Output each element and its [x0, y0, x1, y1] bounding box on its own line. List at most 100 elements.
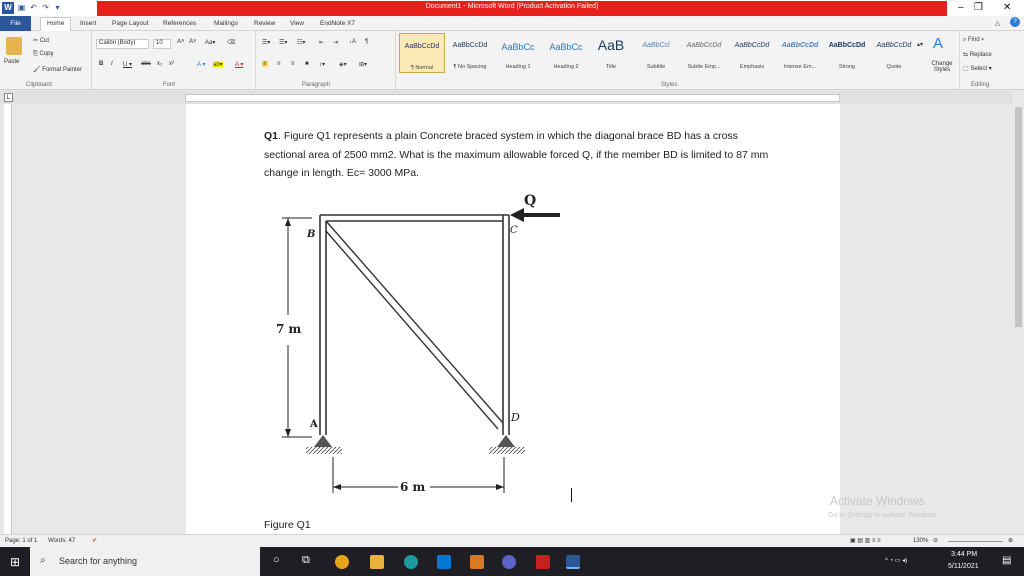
- increase-indent-icon[interactable]: ⇥: [333, 39, 338, 46]
- file-explorer-icon[interactable]: [370, 555, 384, 569]
- style-normal[interactable]: AaBbCcDd ¶ Normal: [399, 33, 445, 73]
- underline-icon[interactable]: U ▾: [123, 61, 132, 68]
- word-taskbar-icon[interactable]: [566, 555, 580, 569]
- close-button[interactable]: ✕: [1003, 2, 1011, 13]
- question-label: Q1: [264, 130, 279, 142]
- style-quote[interactable]: AaBbCcDd Quote: [871, 33, 917, 73]
- bullets-icon[interactable]: ☰▾: [262, 39, 270, 46]
- figure-caption[interactable]: Figure Q1: [264, 519, 311, 531]
- style-strong[interactable]: AaBbCcDd Strong: [823, 33, 871, 73]
- tab-insert[interactable]: Insert: [80, 20, 96, 27]
- tab-view[interactable]: View: [290, 20, 304, 27]
- system-tray-icons[interactable]: ^ ◔ ▭ ◂): [885, 557, 907, 564]
- search-input[interactable]: Search for anything: [59, 556, 137, 566]
- question-paragraph[interactable]: Q1. Figure Q1 represents a plain Concret…: [264, 127, 774, 183]
- mail-icon[interactable]: [437, 555, 451, 569]
- tab-file[interactable]: File: [0, 16, 31, 31]
- task-view-icon[interactable]: ⧉: [302, 554, 310, 567]
- grow-font-icon[interactable]: A˄: [177, 39, 185, 45]
- scrollbar-thumb[interactable]: [1015, 107, 1022, 327]
- restore-button[interactable]: ❐: [974, 2, 983, 13]
- style-no-spacing[interactable]: AaBbCcDd ¶ No Spacing: [447, 33, 493, 73]
- multilevel-list-icon[interactable]: ☷▾: [297, 39, 305, 46]
- page-count[interactable]: Page: 1 of 1: [5, 538, 37, 544]
- help-icon[interactable]: ?: [1010, 17, 1020, 27]
- shading-icon[interactable]: ◈▾: [339, 61, 347, 68]
- cut-button[interactable]: ✂ Cut: [33, 37, 49, 44]
- zoom-out-icon[interactable]: ⊖: [933, 537, 938, 544]
- decrease-indent-icon[interactable]: ⇤: [319, 39, 324, 46]
- beam-bc: [320, 214, 509, 222]
- copy-button[interactable]: ⎘ Copy: [33, 51, 53, 58]
- numbering-icon[interactable]: ☰▾: [279, 39, 287, 46]
- zoom-level[interactable]: 130%: [913, 538, 928, 544]
- word-count[interactable]: Words: 47: [48, 538, 75, 544]
- chrome-icon[interactable]: [335, 555, 349, 569]
- change-styles-icon[interactable]: A: [933, 35, 943, 52]
- style-heading-1[interactable]: AaBbCc Heading 1: [495, 33, 541, 73]
- change-styles-button[interactable]: Change Styles: [927, 61, 957, 73]
- vertical-ruler[interactable]: [4, 104, 12, 534]
- highlight-icon[interactable]: ab▾: [213, 61, 223, 68]
- font-size-select[interactable]: 10: [153, 39, 171, 49]
- style-subtle-emphasis[interactable]: AaBbCcDd Subtle Emp...: [681, 33, 727, 73]
- zoom-in-icon[interactable]: ⊕: [1008, 537, 1013, 544]
- shrink-font-icon[interactable]: A˅: [189, 39, 197, 45]
- show-formatting-icon[interactable]: ¶: [365, 39, 368, 45]
- tab-selector-icon[interactable]: L: [4, 93, 13, 102]
- font-name-select[interactable]: Calibri (Body): [96, 39, 149, 49]
- tab-review[interactable]: Review: [254, 20, 275, 27]
- tab-page-layout[interactable]: Page Layout: [112, 20, 149, 27]
- select-button[interactable]: ⬚ Select ▾: [963, 65, 992, 72]
- font-color-icon[interactable]: A ▾: [235, 61, 243, 68]
- minimize-button[interactable]: –: [958, 2, 964, 13]
- notifications-icon[interactable]: ▤: [1002, 555, 1011, 566]
- style-emphasis[interactable]: AaBbCcDd Emphasis: [729, 33, 775, 73]
- italic-icon[interactable]: I: [111, 61, 113, 67]
- text-effects-icon[interactable]: A ▾: [197, 61, 205, 68]
- tab-home[interactable]: Home: [40, 17, 72, 31]
- proofing-icon[interactable]: ✔: [92, 537, 97, 544]
- find-button[interactable]: ⌕ Find ▾: [963, 37, 984, 44]
- tab-endnote[interactable]: EndNote X7: [320, 20, 355, 27]
- format-painter-button[interactable]: 🖌 Format Painter: [33, 66, 82, 73]
- style-heading-2[interactable]: AaBbCc Heading 2: [543, 33, 589, 73]
- sort-icon[interactable]: ↓A: [349, 39, 356, 45]
- edge-icon[interactable]: [404, 555, 418, 569]
- font-group: Calibri (Body) 10 A˄ A˅ Aa▾ ⌫ B I U ▾ ab…: [93, 31, 256, 90]
- ribbon-collapse-icon[interactable]: △: [995, 19, 1000, 27]
- zoom-slider[interactable]: [948, 541, 1003, 542]
- replace-button[interactable]: ⇆ Replace: [963, 51, 992, 58]
- windows-start-icon[interactable]: ⊞: [10, 555, 20, 569]
- vertical-scrollbar[interactable]: [1013, 91, 1024, 534]
- clock-time[interactable]: 3:44 PM: [951, 551, 977, 558]
- subscript-icon[interactable]: x₂: [157, 61, 162, 67]
- paste-button[interactable]: Paste: [4, 59, 19, 65]
- align-left-icon[interactable]: ≡: [262, 61, 268, 67]
- align-right-icon[interactable]: ≡: [291, 61, 295, 67]
- clock-date[interactable]: 5/11/2021: [948, 563, 979, 570]
- strikethrough-icon[interactable]: abc: [141, 61, 151, 67]
- bold-icon[interactable]: B: [99, 61, 103, 67]
- clear-format-icon[interactable]: ⌫: [227, 39, 235, 46]
- superscript-icon[interactable]: x²: [169, 61, 174, 67]
- paste-icon[interactable]: [6, 37, 22, 55]
- borders-icon[interactable]: ⊞▾: [359, 61, 367, 68]
- horizontal-ruler[interactable]: [185, 94, 840, 102]
- style-title[interactable]: AaB Title: [591, 33, 631, 73]
- cortana-icon[interactable]: ○: [273, 554, 280, 566]
- justify-icon[interactable]: ■: [305, 61, 309, 67]
- change-case-icon[interactable]: Aa▾: [205, 39, 215, 46]
- teams-icon[interactable]: [502, 555, 516, 569]
- align-center-icon[interactable]: ≡: [277, 61, 281, 67]
- style-subtitle[interactable]: AaBbCcl Subtitle: [633, 33, 679, 73]
- tab-mailings[interactable]: Mailings: [214, 20, 238, 27]
- search-box[interactable]: ⌕ Search for anything: [30, 547, 260, 576]
- line-spacing-icon[interactable]: ↕▾: [319, 61, 325, 68]
- styles-more-icon[interactable]: ▴▾: [917, 41, 923, 48]
- tab-references[interactable]: References: [163, 20, 196, 27]
- view-buttons[interactable]: ▣ ▤ ▥ ≡ ≡: [850, 537, 881, 544]
- style-intense-emphasis[interactable]: AaBbCcDd Intense Em...: [777, 33, 823, 73]
- acrobat-icon[interactable]: [536, 555, 550, 569]
- store-icon[interactable]: [470, 555, 484, 569]
